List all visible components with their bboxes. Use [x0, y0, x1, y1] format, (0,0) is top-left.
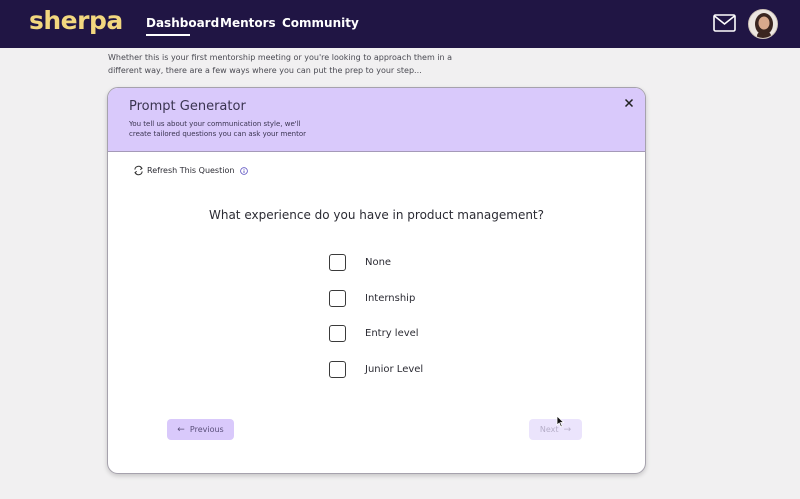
option-internship[interactable]: Internship [329, 290, 415, 307]
refresh-label: Refresh This Question [147, 166, 235, 175]
nav-active-underline [146, 34, 190, 36]
option-label: None [365, 257, 392, 268]
nav-community[interactable]: Community [282, 16, 359, 30]
logo[interactable]: sherpa [29, 6, 123, 35]
nav-mentors[interactable]: Mentors [220, 16, 276, 30]
modal-subtitle: You tell us about your communication sty… [129, 120, 306, 138]
option-label: Entry level [365, 328, 419, 339]
mouse-cursor-icon [556, 415, 565, 428]
intro-text: Whether this is your first mentorship me… [108, 53, 453, 75]
option-label: Junior Level [365, 364, 424, 375]
arrow-left-icon: ← [177, 424, 185, 435]
prompt-generator-modal: Prompt Generator You tell us about your … [107, 87, 646, 474]
previous-label: Previous [189, 425, 224, 434]
modal-header: Prompt Generator You tell us about your … [108, 88, 645, 152]
option-junior-level[interactable]: Junior Level [329, 361, 423, 378]
top-navbar: sherpa Dashboard Mentors Community [0, 0, 800, 48]
modal-title: Prompt Generator [129, 99, 246, 114]
checkbox[interactable] [329, 290, 346, 307]
option-label: Internship [365, 293, 416, 304]
previous-button[interactable]: ← Previous [167, 419, 234, 440]
refresh-icon [134, 165, 143, 176]
question-text: What experience do you have in product m… [208, 208, 545, 222]
avatar-image [749, 10, 777, 38]
checkbox[interactable] [329, 361, 346, 378]
info-icon[interactable] [240, 166, 249, 175]
refresh-question-button[interactable]: Refresh This Question [133, 165, 249, 176]
avatar[interactable] [748, 9, 778, 39]
nav-dashboard[interactable]: Dashboard [146, 16, 219, 30]
checkbox[interactable] [329, 254, 346, 271]
option-entry-level[interactable]: Entry level [329, 325, 419, 342]
checkbox[interactable] [329, 325, 346, 342]
mail-icon[interactable] [713, 14, 736, 32]
close-icon[interactable] [623, 97, 635, 109]
option-none[interactable]: None [329, 254, 391, 271]
